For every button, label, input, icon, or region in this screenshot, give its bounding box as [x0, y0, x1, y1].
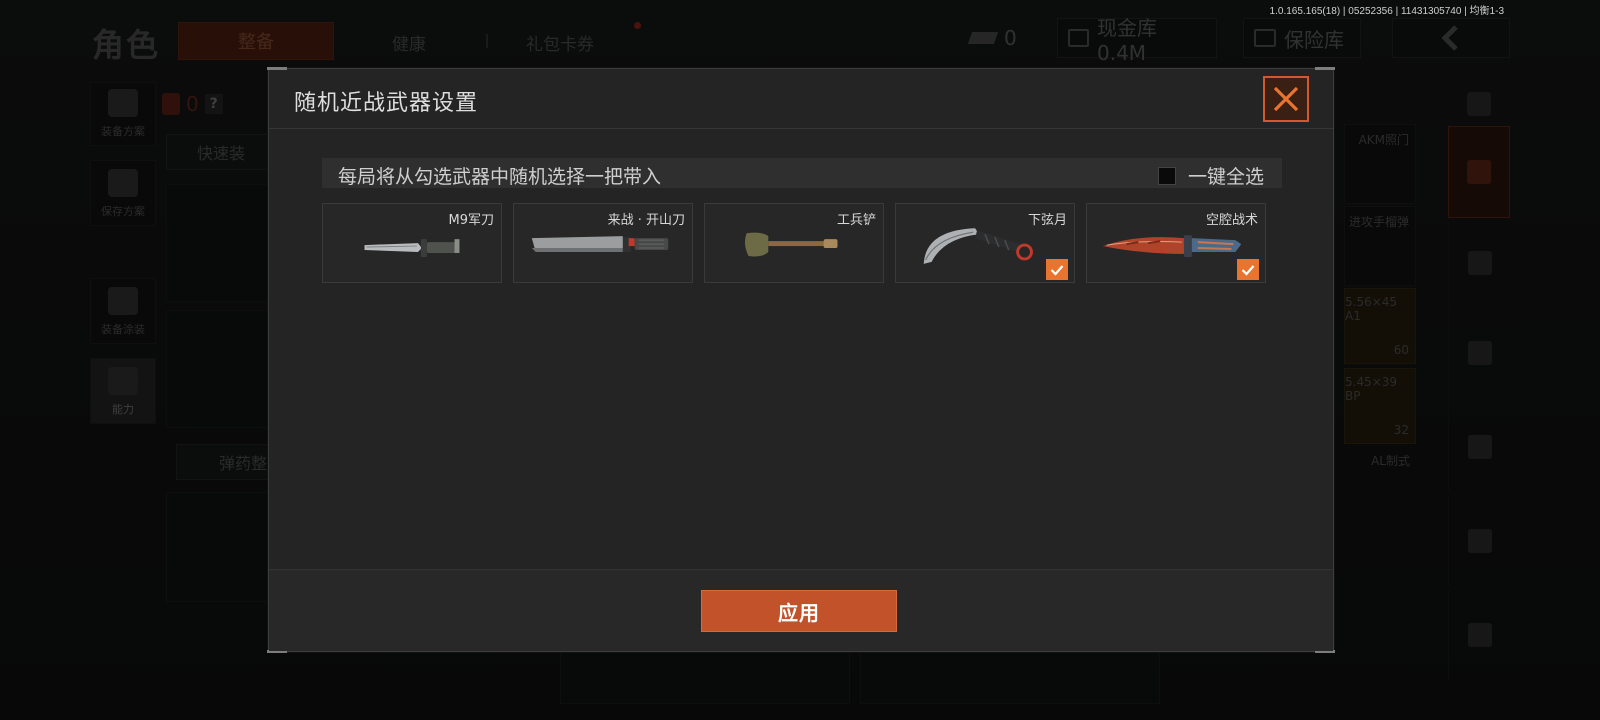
carry-indicator: 0 ? [162, 84, 270, 124]
equipment-slot[interactable] [166, 310, 272, 428]
quick-equip-button[interactable]: 快速装 [166, 134, 274, 170]
shovel-icon [744, 232, 838, 257]
attachment-slot[interactable]: AKM照门 [1344, 124, 1416, 204]
side-tab-rifle[interactable] [1448, 308, 1510, 398]
equipment-slot[interactable] [166, 492, 272, 602]
apply-button[interactable]: 应用 [701, 590, 897, 632]
cash-icon [1068, 29, 1089, 47]
side-tab-armor[interactable] [1448, 126, 1510, 218]
dialog-title: 随机近战武器设置 [294, 91, 479, 116]
download-icon [108, 169, 138, 197]
ammo-button[interactable]: 弹药整 [176, 444, 274, 480]
weapon-checkbox[interactable] [1237, 259, 1259, 280]
close-button[interactable] [1263, 76, 1309, 122]
weapon-list: M9军刀 来战 · 开山刀 工兵铲 下弦月 空腔战术 [322, 203, 1282, 283]
side-tab-magazine[interactable] [1448, 402, 1510, 492]
lightning-icon [108, 367, 138, 395]
weapon-checkbox[interactable] [1046, 259, 1068, 280]
ticket-count: 0 [1004, 26, 1017, 50]
close-icon [1273, 86, 1299, 112]
hint-text: 每局将从勾选武器中随机选择一把带入 [338, 166, 662, 188]
ticket-counter: 0 [967, 18, 1028, 58]
sidebar-item-ability[interactable]: 能力 [90, 358, 156, 424]
ticket-icon [967, 32, 999, 44]
random-melee-dialog: 随机近战武器设置 每局将从勾选武器中随机选择一把带入 一键全选 M9军刀 来战 … [267, 67, 1335, 653]
side-tab-helmet[interactable] [1448, 222, 1510, 304]
checkmark-icon [1241, 264, 1255, 276]
cash-vault-button[interactable]: 现金库 0.4M [1057, 16, 1217, 65]
weapon-card-shovel[interactable]: 工兵铲 [704, 203, 884, 283]
tab-gift-cards[interactable]: 礼包卡券 [526, 30, 594, 55]
attachment-label: AL制式 [1371, 454, 1410, 468]
hint-bar: 每局将从勾选武器中随机选择一把带入 一键全选 [322, 158, 1282, 188]
tab-health[interactable]: 健康 [392, 30, 426, 55]
weapon-card-m9[interactable]: M9军刀 [322, 203, 502, 283]
back-button[interactable] [1392, 18, 1510, 58]
select-all-checkbox[interactable] [1157, 166, 1176, 185]
weapon-card-karambit[interactable]: 下弦月 [895, 203, 1075, 283]
safe-vault-button[interactable]: 保险库 [1243, 18, 1361, 58]
select-all-toggle[interactable]: 一键全选 [1157, 162, 1264, 189]
melee-slot[interactable] [560, 652, 850, 704]
equipment-slot[interactable] [166, 184, 272, 302]
ammo-slot[interactable]: 5.56×45 A1 60 [1344, 288, 1416, 364]
sidebar-item-save[interactable]: 保存方案 [90, 160, 156, 226]
grenade-slot[interactable]: 进攻手榴弹 [1344, 206, 1416, 286]
tab-equipment[interactable]: 整备 [178, 22, 334, 60]
notification-dot [634, 22, 641, 29]
vault-icon [1254, 29, 1276, 47]
side-stack-icon[interactable] [1448, 86, 1510, 122]
chevron-left-icon [1441, 25, 1458, 51]
equipment-slot[interactable] [860, 652, 1160, 704]
sidebar-item-loadout[interactable]: 装备方案 [90, 82, 156, 146]
vault-label: 保险库 [1284, 27, 1344, 52]
side-tab-grip[interactable] [1448, 496, 1510, 586]
helmet-icon [108, 287, 138, 315]
sidebar-item-skin[interactable]: 装备涂装 [90, 278, 156, 344]
page-title: 角色 [92, 26, 161, 64]
select-all-label: 一键全选 [1187, 166, 1264, 188]
dialog-header: 随机近战武器设置 [269, 69, 1333, 129]
bayonet-icon [364, 239, 460, 257]
ammo-slot[interactable]: 5.45×39 BP 32 [1344, 368, 1416, 444]
weapon-card-machete[interactable]: 来战 · 开山刀 [513, 203, 693, 283]
side-tab-stock[interactable] [1448, 590, 1510, 680]
vest-icon [162, 93, 180, 115]
weapon-card-tactical[interactable]: 空腔战术 [1086, 203, 1266, 283]
tab-divider [486, 34, 488, 48]
machete-icon [531, 236, 669, 252]
version-info: 1.0.165.165(18) | 05252356 | 11431305740… [1269, 6, 1504, 17]
dialog-footer: 应用 [269, 569, 1333, 651]
backpack-icon [108, 89, 138, 117]
cash-label: 现金库 0.4M [1097, 15, 1157, 65]
help-icon[interactable]: ? [204, 94, 223, 114]
checkmark-icon [1050, 264, 1064, 276]
